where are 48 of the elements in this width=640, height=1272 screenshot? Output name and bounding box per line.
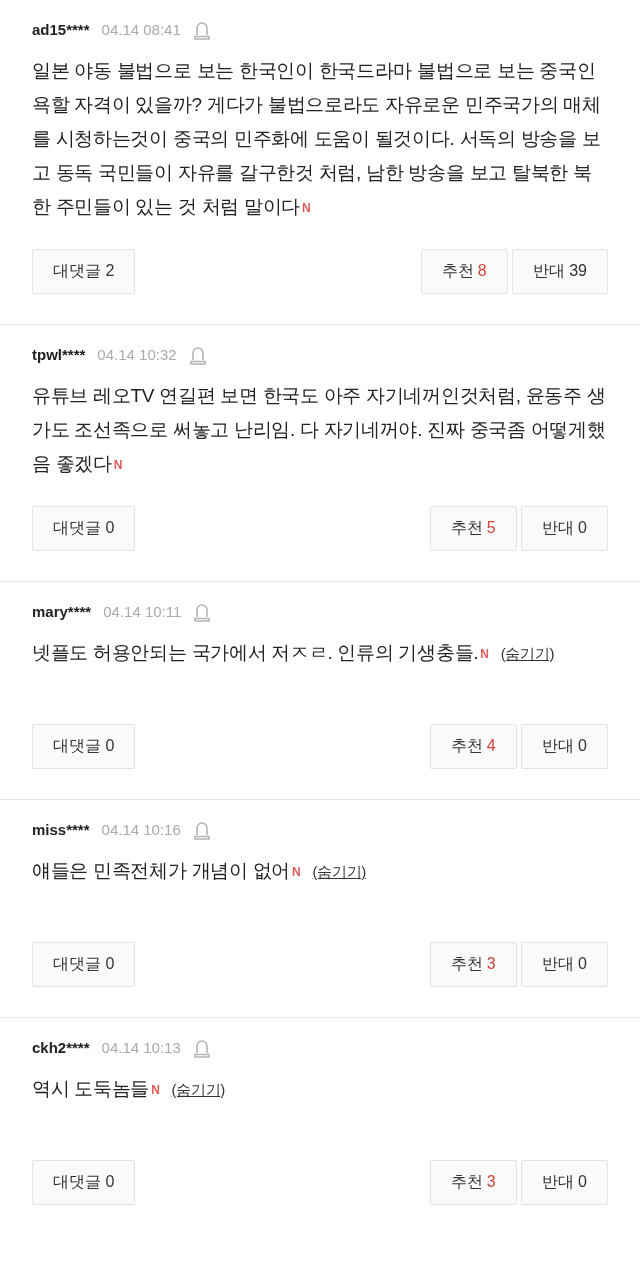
timestamp: 04.14 10:16 [101, 819, 181, 840]
like-button[interactable]: 추천 3 [429, 1159, 517, 1205]
like-count: 8 [477, 261, 487, 282]
comment-text: 유튜브 레오TV 연길편 보면 한국도 아주 자기네꺼인것처럼, 윤동주 생가도 조선족으로 써놓고 난리임. 다 자기네꺼야. 진짜 중국좀 어떻게했음 좋겠다N [32, 385, 606, 474]
comment-text: 일본 야동 불법으로 보는 한국인이 한국드라마 불법으로 보는 중국인 욕할 자격이 있을까? 게다가 불법으로라도 자유로운 민주국가의 매체를 시청하는것이 중국의 민주화에 도움이 될것이다. 서독의 방송을 보고 동독 국민들이 자유를 갈구한것 처럼, 남한 방송을 보고 탈북한 북한 주민들이 있는 것 처럼 말이다N [32, 60, 601, 217]
dislike-button[interactable]: 반대 0 [520, 941, 608, 987]
reply-button[interactable]: 대댓글 2 [32, 249, 136, 294]
dislike-button[interactable]: 반대 0 [520, 505, 608, 551]
timestamp: 04.14 08:41 [101, 19, 181, 40]
username[interactable]: ad15**** [32, 18, 90, 42]
username[interactable]: mary**** [32, 600, 92, 624]
like-count: 5 [486, 518, 496, 539]
like-button[interactable]: 추천 8 [420, 249, 508, 294]
siren-icon[interactable] [193, 601, 212, 622]
siren-icon[interactable] [192, 819, 211, 840]
dislike-button[interactable]: 반대 0 [520, 723, 608, 769]
comment-text: 넷플도 허용안되는 국가에서 저ㅈㄹ. 인류의 기생충들.N [32, 641, 489, 663]
hide-link[interactable]: (숨기기) [171, 1080, 226, 1098]
reply-button[interactable]: 대댓글 0 [32, 505, 136, 551]
comment-text: 역시 도둑놈들 N [32, 1077, 160, 1099]
username[interactable]: tpwl**** [32, 343, 86, 367]
hide-link[interactable]: (숨기기) [500, 644, 555, 662]
dislike-button[interactable]: 반대 0 [520, 1159, 608, 1205]
reply-button[interactable]: 대댓글 0 [32, 1159, 136, 1205]
username[interactable]: miss**** [32, 818, 90, 842]
like-button[interactable]: 추천 4 [429, 723, 517, 769]
like-count: 4 [486, 736, 496, 757]
siren-icon[interactable] [188, 345, 207, 365]
hide-link[interactable]: (숨기기) [312, 862, 366, 880]
like-button[interactable]: 추천 3 [429, 941, 517, 987]
siren-icon[interactable] [192, 1037, 211, 1058]
reply-button[interactable]: 대댓글 0 [32, 941, 136, 987]
like-label: 추천 [450, 736, 483, 757]
comment-text: 얘들은 민족전체가 개념이 없어 N [32, 859, 301, 881]
timestamp: 04.14 10:11 [103, 601, 182, 622]
dislike-button[interactable]: 반대 39 [511, 249, 608, 294]
reply-button[interactable]: 대댓글 0 [32, 723, 136, 769]
like-label: 추천 [450, 1172, 483, 1193]
timestamp: 04.14 10:32 [97, 344, 177, 365]
username[interactable]: ckh2**** [32, 1036, 90, 1060]
like-label: 추천 [450, 518, 483, 539]
siren-icon[interactable] [192, 20, 211, 40]
like-label: 추천 [450, 954, 483, 975]
like-count: 3 [486, 1172, 496, 1193]
like-count: 3 [486, 954, 496, 975]
like-button[interactable]: 추천 5 [429, 505, 517, 551]
like-label: 추천 [441, 261, 474, 282]
timestamp: 04.14 10:13 [101, 1037, 181, 1058]
